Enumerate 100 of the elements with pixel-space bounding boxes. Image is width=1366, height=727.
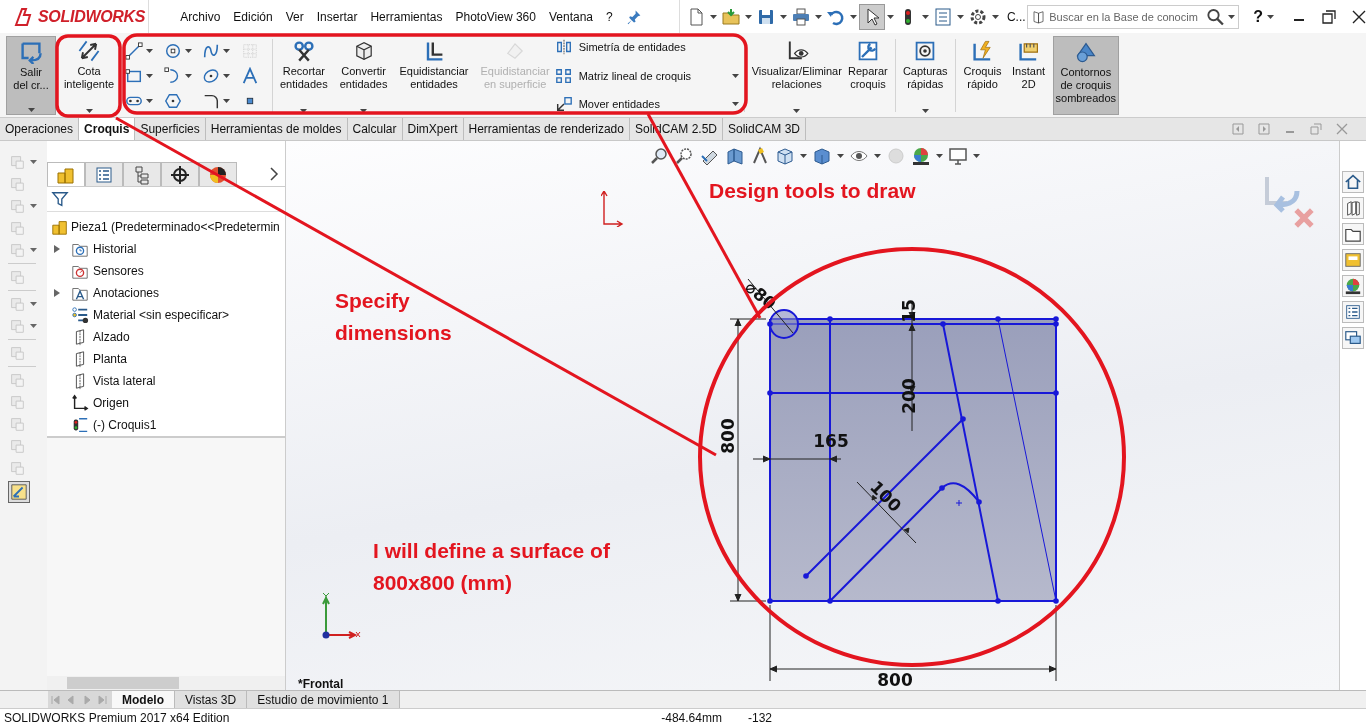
caret-icon[interactable] [800, 154, 807, 158]
chat-icon[interactable] [1344, 329, 1362, 347]
caret-icon[interactable] [30, 324, 37, 328]
caret-icon[interactable] [709, 14, 717, 19]
ribbon-button[interactable]: Salir del cr... [6, 36, 56, 115]
library-icon[interactable] [1344, 199, 1362, 217]
text-tool-icon[interactable] [240, 66, 259, 85]
search-input[interactable]: Buscar en la Base de conocim [1049, 10, 1204, 23]
caret-icon[interactable] [146, 98, 153, 103]
caret-icon[interactable] [1228, 14, 1236, 19]
caret-icon[interactable] [30, 204, 37, 208]
tree-item[interactable]: Sensores [47, 260, 285, 282]
filter-icon[interactable] [51, 190, 69, 208]
tree-item[interactable]: Historial [47, 238, 285, 260]
view-tab[interactable]: Estudio de movimiento 1 [247, 691, 400, 708]
tree-item[interactable]: Anotaciones [47, 282, 285, 304]
caret-icon[interactable] [223, 48, 230, 53]
caret-icon[interactable] [300, 109, 308, 113]
caret-icon[interactable] [27, 108, 35, 112]
caret-icon[interactable] [814, 14, 822, 19]
caret-icon[interactable] [146, 48, 153, 53]
toolbar-overflow-button[interactable]: C... [1006, 9, 1026, 24]
property-icon[interactable] [94, 164, 114, 185]
ribbon-button[interactable]: Contornos de croquis sombreados [1052, 36, 1120, 115]
caret-icon[interactable] [921, 109, 929, 113]
caret-icon[interactable] [744, 14, 752, 19]
caret-icon[interactable] [223, 73, 230, 78]
ribbon-button[interactable]: Convertir entidades [337, 36, 390, 115]
expand-arrow-icon[interactable] [53, 244, 61, 254]
caret-icon[interactable] [30, 248, 37, 252]
tree-item[interactable]: Planta [47, 348, 285, 370]
caret-icon[interactable] [886, 14, 894, 19]
rectangle-icon[interactable] [125, 66, 143, 85]
caret-icon[interactable] [184, 73, 192, 78]
menu-item[interactable]: Archivo [180, 9, 221, 24]
ribbon-button[interactable]: Equidistanciar entidades [397, 36, 471, 115]
ribbon-button[interactable]: Matriz lineal de croquis [554, 66, 739, 85]
appearance-icon[interactable] [1344, 277, 1362, 295]
caret-icon[interactable] [1267, 14, 1274, 19]
ellipse-icon[interactable] [202, 66, 220, 85]
dimension-line[interactable] [856, 481, 917, 544]
dimension-value[interactable]: 200 [899, 378, 919, 414]
menu-item[interactable]: ? [606, 9, 613, 24]
menu-item[interactable]: Insertar [316, 9, 358, 24]
menu-item[interactable]: Edición [233, 9, 273, 24]
expand-arrow-icon[interactable] [53, 288, 61, 298]
caret-icon[interactable] [849, 14, 857, 19]
tree-item[interactable]: Vista lateral [47, 370, 285, 392]
property-icon[interactable] [1344, 303, 1362, 321]
pin-icon[interactable] [625, 8, 642, 25]
display-style-icon[interactable] [812, 146, 832, 166]
zoom-area-icon[interactable] [675, 146, 695, 166]
dimension-line[interactable] [747, 278, 794, 334]
view-tab[interactable]: Modelo [112, 691, 175, 708]
caret-icon[interactable] [223, 98, 230, 103]
view-orientation-icon[interactable] [775, 146, 795, 166]
caret-icon[interactable] [731, 102, 739, 106]
dimension-value[interactable]: 800 [877, 670, 913, 690]
caret-icon[interactable] [731, 73, 739, 78]
caret-icon[interactable] [30, 302, 37, 306]
caret-icon[interactable] [991, 14, 999, 19]
caret-icon[interactable] [921, 14, 929, 19]
ribbon-button[interactable]: Cota inteligente [64, 36, 114, 115]
ribbon-button[interactable]: Reparar croquis [845, 36, 890, 115]
menu-item[interactable]: Ver [285, 9, 304, 24]
panel-icon[interactable] [1344, 251, 1362, 269]
chevron-right-icon[interactable] [269, 167, 279, 181]
home-icon[interactable] [1344, 173, 1362, 191]
circle-icon[interactable] [163, 41, 182, 60]
ribbon-button[interactable]: Visualizar/Eliminar relaciones [749, 36, 844, 115]
caret-icon[interactable] [146, 73, 153, 78]
menu-item[interactable]: Herramientas [370, 9, 443, 24]
caret-icon[interactable] [973, 154, 980, 158]
ribbon-button[interactable]: Croquis rápido [960, 36, 1005, 115]
open-folder-icon[interactable] [720, 6, 741, 27]
sketch-tool-icon[interactable] [10, 483, 28, 501]
dimension-line[interactable] [752, 455, 842, 463]
caret-icon[interactable] [360, 109, 368, 113]
ribbon-button[interactable]: Recortar entidades [278, 36, 330, 115]
help-button[interactable]: ? [1253, 7, 1263, 26]
dimension-value[interactable]: 15 [899, 299, 919, 323]
ribbon-button[interactable]: Simetría de entidades [554, 38, 739, 56]
caret-icon[interactable] [85, 109, 93, 113]
tree-item[interactable]: Pieza1 (Predeterminado<<Predetermin [47, 216, 285, 238]
tree-item[interactable]: Origen [47, 392, 285, 414]
caret-icon[interactable] [936, 154, 943, 158]
appearance-icon[interactable] [911, 146, 931, 166]
crosshair-icon[interactable] [170, 164, 190, 185]
dimension-value[interactable]: 800 [718, 418, 738, 454]
tree-item[interactable]: (-) Croquis1 [47, 414, 285, 436]
section-view-icon[interactable] [725, 146, 745, 166]
search-icon[interactable] [1206, 6, 1226, 27]
ribbon-button[interactable]: Mover entidades [554, 95, 739, 113]
color-ball-icon[interactable] [208, 164, 228, 185]
caret-icon[interactable] [30, 160, 37, 164]
caret-icon[interactable] [184, 48, 192, 53]
command-tab[interactable]: Croquis [79, 118, 136, 140]
monitor-icon[interactable] [948, 146, 968, 166]
scrollbar[interactable] [47, 676, 285, 690]
restore-icon[interactable] [1322, 9, 1336, 24]
